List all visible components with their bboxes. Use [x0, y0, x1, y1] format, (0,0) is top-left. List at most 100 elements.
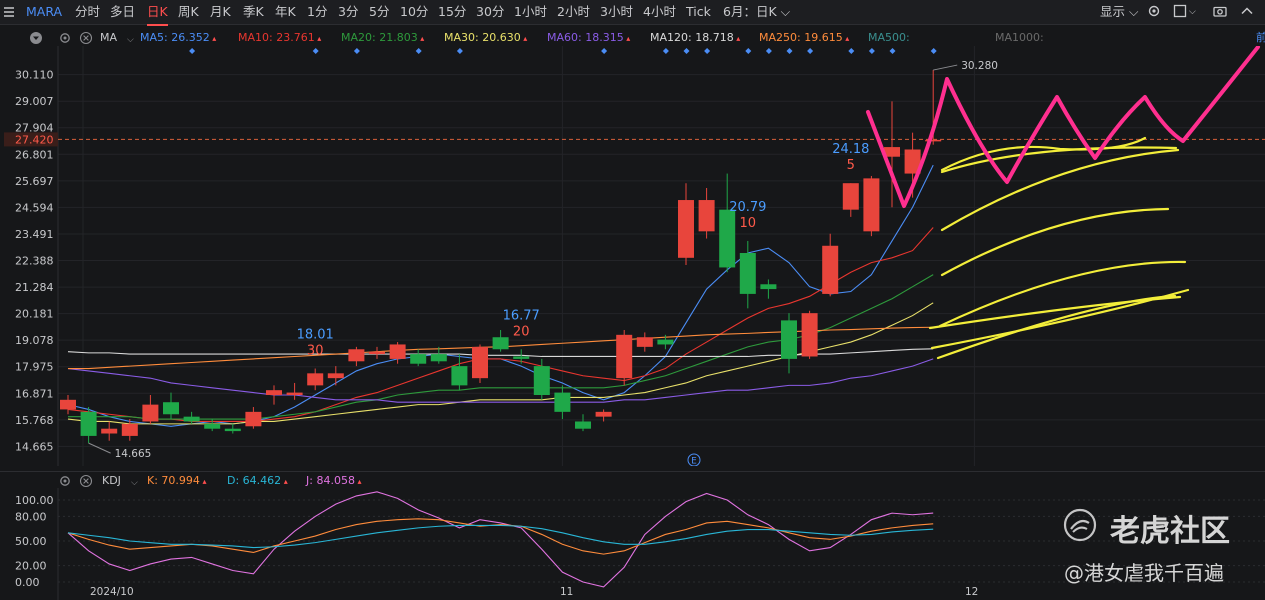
signal-marker[interactable] [415, 48, 422, 54]
signal-marker[interactable] [189, 48, 196, 54]
candle-body[interactable] [739, 252, 756, 294]
candle-body[interactable] [245, 411, 262, 427]
candle-body[interactable] [183, 416, 200, 422]
ma-legend-item[interactable]: MA120: 18.718 ▴ [650, 31, 740, 45]
signal-marker[interactable] [312, 48, 319, 54]
kdj-legend-item[interactable]: K: 70.994 ▴ [147, 474, 206, 488]
candle-body[interactable] [781, 320, 797, 359]
period-tab[interactable]: 15分 [438, 0, 466, 24]
candle-body[interactable] [554, 392, 571, 412]
signal-marker[interactable] [807, 48, 814, 54]
signal-marker[interactable] [601, 48, 608, 54]
candle-body[interactable] [801, 313, 818, 357]
candle-body[interactable] [595, 411, 612, 417]
ma-legend-item[interactable]: MA250: 19.615 ▴ [759, 31, 849, 45]
settings-gear-icon[interactable] [1147, 4, 1161, 18]
kdj-legend-item[interactable]: D: 64.462 ▴ [227, 474, 288, 488]
candle-body[interactable] [348, 349, 365, 362]
candle-body[interactable] [163, 402, 179, 415]
ma-legend-item[interactable]: MA1000: [995, 31, 1044, 45]
period-tab[interactable]: 2小时 [557, 0, 590, 24]
candle-body[interactable] [101, 428, 118, 434]
candle-body[interactable] [266, 390, 282, 395]
candle-body[interactable] [760, 284, 777, 290]
candle-body[interactable] [513, 356, 530, 359]
period-tab[interactable]: 6月：日K ⌵ [723, 0, 790, 24]
candle-body[interactable] [369, 351, 385, 355]
candle-body[interactable] [472, 346, 488, 379]
period-tab[interactable]: 1小时 [514, 0, 547, 24]
signal-marker[interactable] [786, 48, 793, 54]
candle-body[interactable] [636, 337, 653, 347]
candle-body[interactable] [533, 366, 550, 395]
kdj-legend-item[interactable]: J: 84.058 ▴ [306, 474, 362, 488]
period-tab[interactable]: 日K [147, 0, 168, 26]
candle-body[interactable] [842, 183, 859, 210]
candle-body[interactable] [678, 200, 694, 258]
collapse-panel-icon[interactable] [29, 31, 43, 45]
candle-body[interactable] [430, 354, 447, 362]
candle-body[interactable] [698, 200, 715, 232]
signal-marker[interactable] [704, 48, 711, 54]
period-tab[interactable]: 10分 [400, 0, 428, 24]
candle-body[interactable] [307, 373, 324, 386]
candlestick-chart[interactable]: 30.11029.00727.90426.80125.69724.59423.4… [0, 46, 1265, 466]
layout-dropdown-chevron-icon[interactable]: ⌵ [1189, 0, 1196, 24]
ma-legend-item[interactable]: MA5: 26.352 ▴ [140, 31, 216, 45]
candle-body[interactable] [575, 421, 591, 429]
period-tab[interactable]: 5分 [369, 0, 389, 24]
ma-indicator-label[interactable]: MA [100, 31, 117, 45]
candle-body[interactable] [822, 245, 839, 294]
ma-dropdown-chevron-icon[interactable]: ⌵ [127, 33, 134, 47]
candle-body[interactable] [389, 344, 406, 359]
kdj-indicator-label[interactable]: KDJ [102, 474, 121, 488]
candle-body[interactable] [121, 423, 138, 436]
signal-marker[interactable] [889, 48, 896, 54]
ma-legend-item[interactable]: MA500: [868, 31, 910, 45]
ticker-symbol[interactable]: MARA [26, 0, 62, 24]
candle-body[interactable] [719, 209, 736, 268]
candle-body[interactable] [60, 399, 76, 410]
period-tab[interactable]: 多日 [110, 0, 135, 24]
signal-marker[interactable] [765, 48, 772, 54]
candle-body[interactable] [204, 423, 221, 429]
signal-marker[interactable] [930, 48, 937, 54]
display-menu-button[interactable]: 显示 ⌵ [1100, 0, 1138, 24]
ma-legend-item[interactable]: MA20: 21.803 ▴ [341, 31, 424, 45]
period-tab[interactable]: 月K [210, 0, 231, 24]
ma-legend-item[interactable]: MA30: 20.630 ▴ [444, 31, 527, 45]
kdj-close-icon[interactable] [79, 474, 93, 488]
candle-body[interactable] [616, 334, 633, 379]
period-tab[interactable]: 年K [275, 0, 296, 24]
candle-body[interactable] [80, 411, 97, 436]
candle-body[interactable] [657, 339, 674, 345]
collapse-chevron-icon[interactable] [1240, 4, 1254, 18]
signal-marker[interactable] [456, 48, 463, 54]
candle-body[interactable] [286, 392, 303, 395]
ma-legend-item[interactable]: MA10: 23.761 ▴ [238, 31, 321, 45]
candle-body[interactable] [142, 404, 159, 422]
signal-marker[interactable] [662, 48, 669, 54]
candle-body[interactable] [410, 354, 427, 364]
period-tab[interactable]: 1分 [307, 0, 327, 24]
indicator-close-icon[interactable] [79, 31, 93, 45]
signal-marker[interactable] [683, 48, 690, 54]
candle-body[interactable] [492, 337, 509, 350]
candle-body[interactable] [863, 178, 880, 232]
period-tab[interactable]: 4小时 [643, 0, 676, 24]
indicator-settings-icon[interactable] [58, 31, 72, 45]
signal-marker[interactable] [745, 48, 752, 54]
camera-screenshot-icon[interactable] [1213, 4, 1227, 18]
period-tab[interactable]: 30分 [476, 0, 504, 24]
period-tab[interactable]: 周K [178, 0, 199, 24]
period-tab[interactable]: 分时 [75, 0, 100, 24]
layout-toggle-icon[interactable] [1173, 4, 1187, 18]
period-tab[interactable]: Tick [686, 0, 711, 24]
hamburger-menu-icon[interactable] [2, 0, 18, 24]
candle-body[interactable] [327, 373, 344, 379]
signal-marker[interactable] [868, 48, 875, 54]
ma-legend-item[interactable]: MA60: 18.315 ▴ [547, 31, 630, 45]
period-tab[interactable]: 季K [243, 0, 264, 24]
kdj-settings-icon[interactable] [58, 474, 72, 488]
candle-body[interactable] [451, 366, 468, 386]
